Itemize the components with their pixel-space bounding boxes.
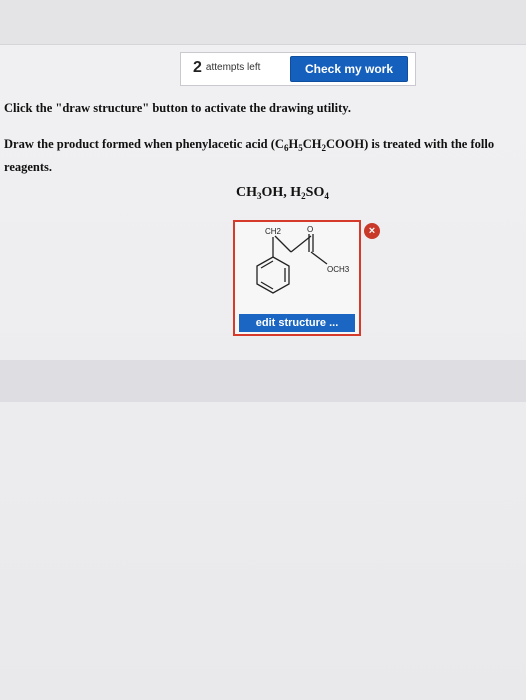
reagent-text-a: CH: [236, 185, 257, 200]
ch2-carbonyl-bond: [274, 235, 292, 253]
prompt-text-a: Draw the product formed when phenylaceti…: [4, 137, 284, 151]
prompt-text-c: CH: [302, 137, 322, 151]
carbonyl-chain-bond: [290, 235, 312, 253]
ch2-label: CH2: [265, 227, 282, 236]
reagent-text-b: OH, H: [261, 185, 302, 200]
divider-band: [0, 360, 526, 402]
benzene-ring: [256, 256, 290, 294]
prompt-text-b: H: [288, 137, 299, 151]
ester-oxygen-bond: [310, 251, 328, 265]
top-band: [0, 0, 526, 45]
question-line-2: reagents.: [4, 160, 53, 174]
instruction-text: Click the "draw structure" button to act…: [4, 101, 351, 115]
check-my-work-button[interactable]: Check my work: [290, 56, 408, 82]
carbonyl-oxygen-label: O: [307, 225, 313, 234]
edit-structure-button[interactable]: edit structure ...: [239, 314, 355, 332]
attempts-count: 2: [193, 59, 202, 76]
reagent-text-c: SO: [305, 185, 325, 200]
attempts-label: attempts left: [205, 62, 261, 73]
question-prompt: Draw the product formed when phenylaceti…: [4, 135, 526, 177]
reagents: CH3OH, H2SO4: [236, 185, 329, 201]
attempts-bar: 2 attempts left Check my work: [180, 52, 416, 86]
question-line-1: Draw the product formed when phenylaceti…: [4, 135, 526, 158]
close-icon[interactable]: ×: [364, 223, 380, 239]
attempts-remaining: 2 attempts left: [193, 59, 260, 77]
prompt-text-d: COOH) is treated with the follo: [325, 137, 495, 151]
reagent-sub-c: 4: [324, 191, 329, 201]
methoxy-label: OCH3: [327, 265, 350, 274]
structure-answer-box[interactable]: CH2 O OCH3 edit structure ...: [233, 220, 361, 336]
